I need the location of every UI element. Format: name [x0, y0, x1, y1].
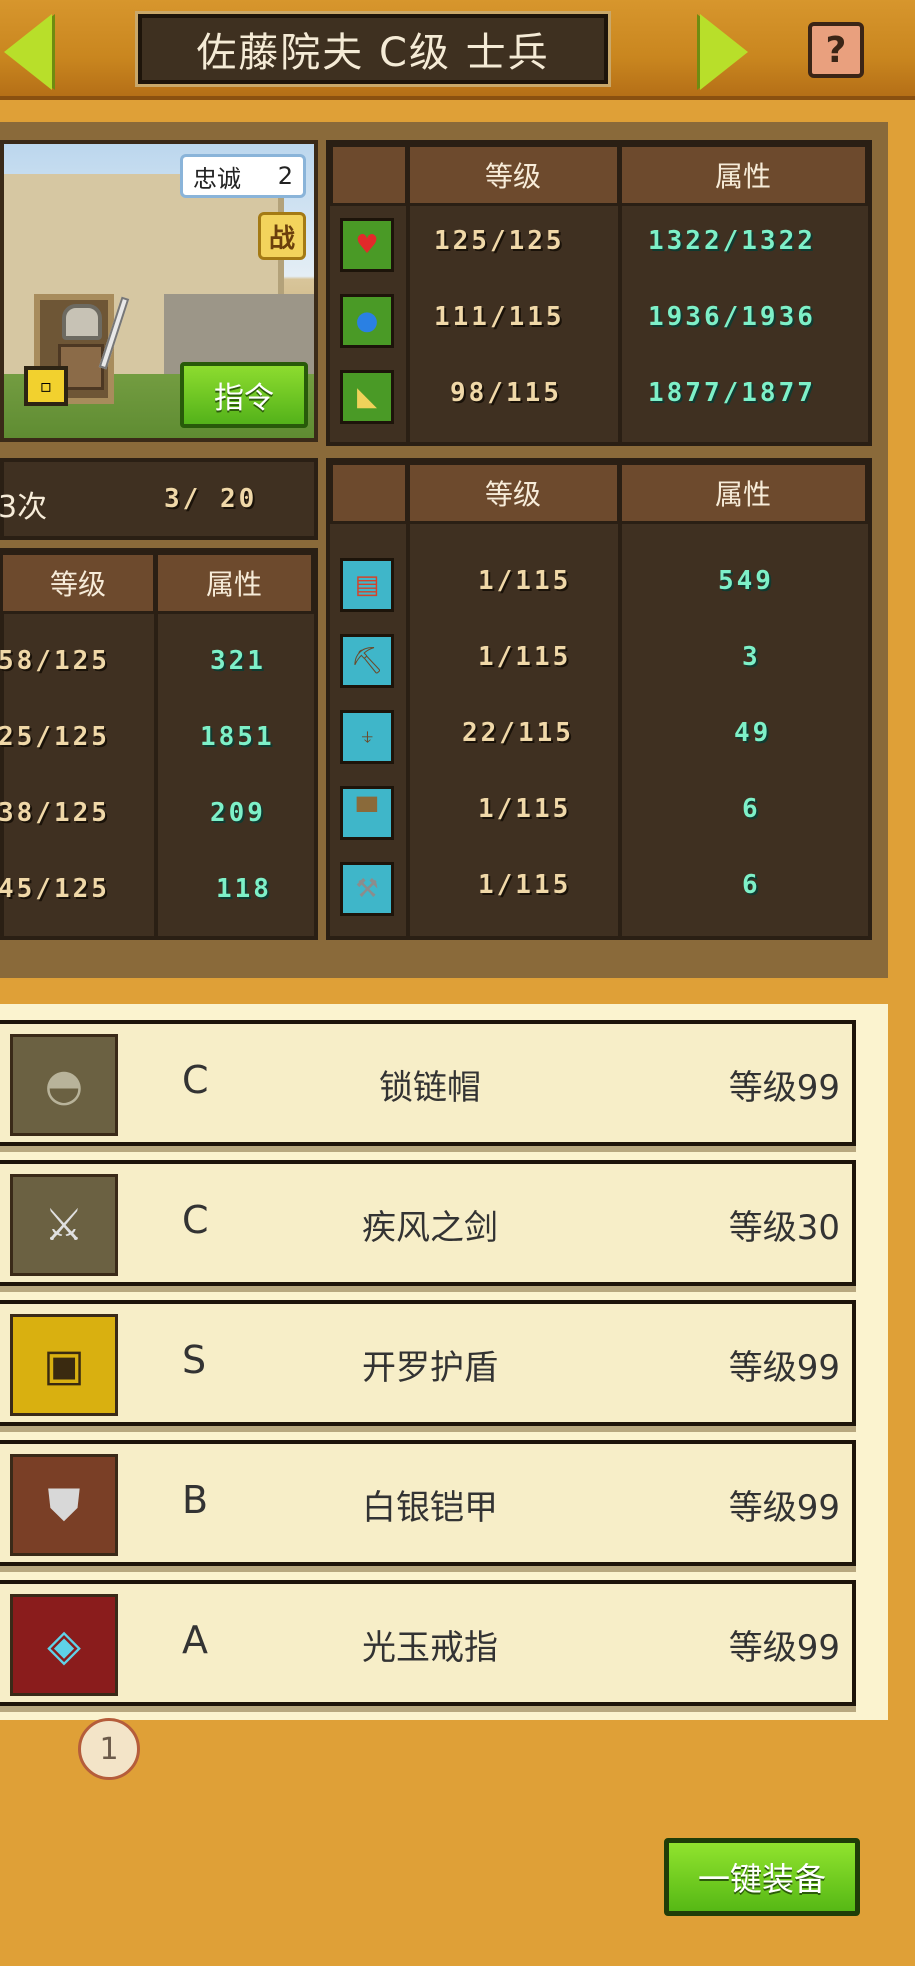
previous-arrow-icon[interactable] — [4, 14, 52, 90]
icon-header-cell — [330, 144, 408, 206]
skill-level: 1/115 — [478, 870, 572, 900]
sword-icon: ⚔ — [10, 1174, 118, 1276]
equipment-name: 锁链帽 — [379, 1068, 481, 1108]
equipment-rank: C — [182, 1058, 209, 1102]
column-divider — [618, 462, 622, 936]
loyalty-value: 2 — [277, 162, 293, 190]
heart-icon: ♥ — [340, 218, 394, 272]
column-divider — [154, 552, 158, 936]
skill-level: 1/115 — [478, 642, 572, 672]
hammer-icon: ⚒ — [340, 862, 394, 916]
attribute-header: 属性 — [618, 462, 868, 524]
skill-attr: 49 — [734, 718, 772, 748]
stat-level: 38/125 — [0, 798, 110, 828]
strength-level: 98/115 — [450, 378, 562, 408]
battle-count-label: 3次 — [0, 490, 48, 525]
main-stats-table: 等级 属性 ♥ 125/125 1322/1322 ● 111/115 1936… — [326, 140, 872, 446]
skill-level: 22/115 — [462, 718, 574, 748]
column-divider — [618, 144, 622, 442]
equipment-level: 等级99 — [728, 1628, 840, 1668]
hp-level: 125/125 — [434, 226, 565, 256]
equipment-row-ring[interactable]: ◈ A 光玉戒指 等级99 — [0, 1580, 856, 1706]
equipment-name: 开罗护盾 — [362, 1348, 498, 1388]
icon-header-cell — [330, 462, 408, 524]
level-header: 等级 — [0, 552, 156, 614]
next-arrow-icon[interactable] — [700, 14, 748, 90]
help-button[interactable]: ? — [808, 22, 864, 78]
top-bar: 佐藤院夫 C级 士兵 ? — [0, 0, 915, 100]
skill-attr: 6 — [742, 794, 761, 824]
equipment-level: 等级99 — [728, 1348, 840, 1388]
skill-attr: 549 — [718, 566, 774, 596]
stat-attr: 118 — [216, 874, 272, 904]
soldier-sprite: ▫ — [24, 296, 130, 406]
character-title: 佐藤院夫 C级 士兵 — [135, 11, 611, 87]
character-portrait: 忠诚 2 战 ▫ 指令 — [0, 140, 318, 442]
stat-attr: 209 — [210, 798, 266, 828]
level-header: 等级 — [406, 144, 620, 206]
equipment-row-shield[interactable]: ▣ S 开罗护盾 等级99 — [0, 1300, 856, 1426]
battle-badge-icon: 战 — [258, 212, 306, 260]
battle-count-value: 3/ 20 — [164, 484, 258, 514]
silver-armor-icon: ⛊ — [10, 1454, 118, 1556]
equipment-row-weapon[interactable]: ⚔ C 疾风之剑 等级30 — [0, 1160, 856, 1286]
equipment-rank: C — [182, 1198, 209, 1242]
mp-level: 111/115 — [434, 302, 565, 332]
equipment-name: 白银铠甲 — [362, 1488, 498, 1528]
equipment-rank: S — [182, 1338, 207, 1382]
stat-attr: 321 — [210, 646, 266, 676]
skill-level: 1/115 — [478, 794, 572, 824]
helmet-icon — [62, 304, 102, 340]
skill-attr: 6 — [742, 870, 761, 900]
potion-icon: ● — [340, 294, 394, 348]
cairo-shield-icon: ▣ — [10, 1314, 118, 1416]
level-header: 等级 — [406, 462, 620, 524]
skill-level: 1/115 — [478, 566, 572, 596]
equipment-level: 等级99 — [728, 1488, 840, 1528]
equipment-row-armor[interactable]: ⛊ B 白银铠甲 等级99 — [0, 1440, 856, 1566]
hp-attr: 1322/1322 — [648, 226, 816, 256]
equipment-level: 等级30 — [728, 1208, 840, 1248]
stat-level: 25/125 — [0, 722, 110, 752]
equipment-panel: ◓ C 锁链帽 等级99 ⚔ C 疾风之剑 等级30 ▣ S 开罗护盾 等级99… — [0, 1004, 888, 1720]
equipment-row-helmet[interactable]: ◓ C 锁链帽 等级99 — [0, 1020, 856, 1146]
attribute-header: 属性 — [154, 552, 314, 614]
muscle-icon: ◣ — [340, 370, 394, 424]
chain-helmet-icon: ◓ — [10, 1034, 118, 1136]
skill-attr: 3 — [742, 642, 761, 672]
equipment-rank: B — [182, 1478, 209, 1522]
mp-attr: 1936/1936 — [648, 302, 816, 332]
stat-level: 45/125 — [0, 874, 110, 904]
battle-count-bar: 3次 3/ 20 — [0, 458, 318, 540]
shield-icon: ▫ — [24, 366, 68, 406]
command-button[interactable]: 指令 — [180, 362, 308, 428]
jade-ring-icon: ◈ — [10, 1594, 118, 1696]
auto-equip-button[interactable]: 一键装备 — [664, 1838, 860, 1916]
combat-stats-table: 等级 属性 58/125 321 25/125 1851 38/125 209 … — [0, 548, 318, 940]
skill-stats-table: 等级 属性 ▤ 1/115 549 ⛏ 1/115 3 ⍖ 22/115 49 … — [326, 458, 872, 940]
stat-level: 58/125 — [0, 646, 110, 676]
loyalty-label: 忠诚 — [193, 164, 241, 193]
pickaxe-icon: ⛏ — [340, 634, 394, 688]
shovel-icon: ⍖ — [340, 710, 394, 764]
attribute-header: 属性 — [618, 144, 868, 206]
equipment-rank: A — [182, 1618, 208, 1662]
book-icon: ▤ — [340, 558, 394, 612]
column-divider — [406, 144, 410, 442]
loyalty-badge: 忠诚 2 — [180, 154, 306, 198]
strength-attr: 1877/1877 — [648, 378, 816, 408]
equipment-name: 光玉戒指 — [362, 1628, 498, 1668]
column-divider — [406, 462, 410, 936]
page-indicator-badge[interactable]: 1 — [78, 1718, 140, 1780]
equipment-name: 疾风之剑 — [362, 1208, 498, 1248]
anvil-icon: ▀ — [340, 786, 394, 840]
equipment-level: 等级99 — [728, 1068, 840, 1108]
stat-attr: 1851 — [200, 722, 275, 752]
